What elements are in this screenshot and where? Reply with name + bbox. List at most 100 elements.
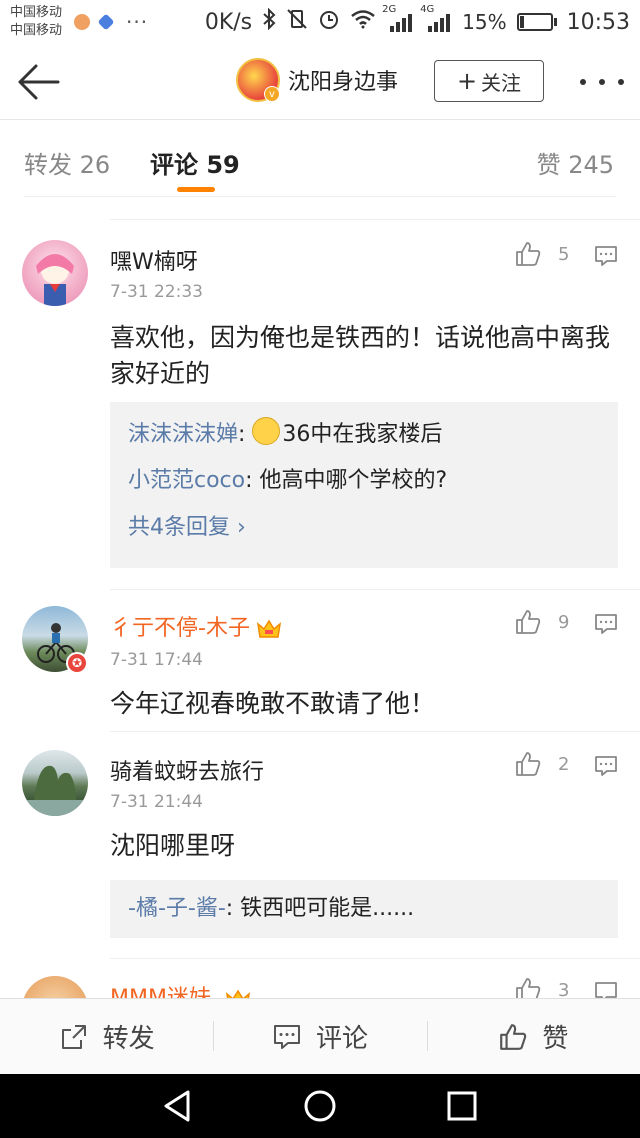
like-count: 2 — [558, 753, 570, 775]
account-name[interactable]: 沈阳身边事 — [288, 64, 398, 96]
follow-label: 关注 — [481, 70, 522, 95]
comment-item: MMM迷妹- 3 — [0, 960, 640, 998]
comment-like-button[interactable]: 5 — [514, 240, 569, 268]
weibo-notification-icon — [74, 14, 91, 30]
author-name[interactable]: 彳亍不停-木子 — [110, 616, 250, 641]
signal-4g-label: 4G — [420, 4, 435, 15]
reply-item[interactable]: 小范范coco: 他高中哪个学校的? — [128, 458, 600, 504]
plus-icon: + — [456, 67, 478, 95]
back-arrow-icon — [18, 64, 60, 100]
divider — [110, 731, 640, 732]
vip-crown-icon — [225, 989, 250, 998]
comment-text: 喜欢他，因为俺也是铁西的！话说他高中离我家好近的 — [110, 323, 611, 388]
bottom-action-bar: 转发 评论 赞 — [0, 998, 640, 1074]
comment-icon — [273, 1024, 300, 1049]
more-notifications-icon: ··· — [126, 10, 149, 34]
comment-like-button[interactable]: 3 — [514, 976, 569, 998]
avatar[interactable] — [22, 976, 88, 998]
comment-time: 7-31 22:33 — [110, 282, 203, 302]
comment-author[interactable]: 嘿W楠呀 — [110, 244, 198, 276]
vibrate-icon — [286, 8, 308, 36]
reply-author[interactable]: 小范范coco — [128, 468, 245, 493]
reply-preview[interactable]: -橘-子-酱-: 铁西吧可能是...... — [110, 880, 618, 938]
divider — [110, 219, 640, 220]
verified-icon: v — [264, 86, 280, 102]
like-count: 5 — [558, 243, 570, 265]
thumbs-up-icon — [516, 978, 541, 998]
reply-text: 36中在我家楼后 — [282, 422, 443, 447]
comment-button[interactable]: 评论 — [213, 999, 426, 1074]
vip-crown-icon — [256, 619, 281, 638]
battery-icon — [516, 13, 557, 31]
reply-item[interactable]: 沫沫沫沫婵: 36中在我家楼后 — [128, 412, 600, 458]
comment-author[interactable]: 彳亍不停-木子 — [110, 610, 282, 642]
app-notification-icon — [97, 13, 115, 31]
repost-label: 转发 — [102, 1024, 155, 1054]
like-label: 赞 — [542, 1024, 569, 1054]
comment-author[interactable]: 骑着蚊蚜去旅行 — [110, 754, 264, 786]
reply-icon[interactable] — [594, 245, 618, 267]
follow-button[interactable]: + 关注 — [434, 60, 544, 102]
nav-bar: v 沈阳身边事 + 关注 — [0, 44, 640, 120]
comment-time: 7-31 21:44 — [110, 792, 203, 812]
thumbs-up-icon — [500, 1023, 527, 1050]
comment-text: 今年辽视春晚敢不敢请了他！ — [110, 689, 436, 718]
back-button[interactable] — [14, 62, 62, 102]
carrier-2: 中国移动 — [10, 23, 63, 38]
comment-like-button[interactable]: 9 — [514, 608, 569, 636]
back-nav-icon[interactable] — [160, 1088, 196, 1124]
detail-tabs: 转发 26 评论 59 赞 245 — [0, 121, 640, 199]
tab-repost[interactable]: 转发 26 — [24, 145, 110, 180]
comment-author[interactable]: MMM迷妹- — [110, 980, 251, 998]
status-bar: 中国移动 中国移动 ··· 0K/s 2G 4G 15% 10:53 — [0, 0, 640, 44]
reply-preview[interactable]: 沫沫沫沫婵: 36中在我家楼后 小范范coco: 他高中哪个学校的? 共4条回复… — [110, 402, 618, 568]
vip-avatar-badge: ✪ — [66, 652, 88, 674]
reply-item[interactable]: -橘-子-酱-: 铁西吧可能是...... — [128, 886, 600, 932]
tab-like[interactable]: 赞 245 — [537, 145, 614, 180]
comment-time: 7-31 17:44 — [110, 650, 203, 670]
thumbs-up-icon — [516, 242, 541, 266]
reply-author[interactable]: 沫沫沫沫婵 — [128, 422, 238, 447]
carrier-info: 中国移动 中国移动 — [10, 4, 62, 40]
reply-icon[interactable] — [594, 981, 618, 998]
more-replies-link[interactable]: 共4条回复 › — [128, 504, 600, 552]
comment-text: 沈阳哪里呀 — [110, 831, 236, 860]
like-button[interactable]: 赞 — [426, 999, 640, 1074]
share-icon — [61, 1024, 86, 1049]
carrier-1: 中国移动 — [10, 5, 63, 20]
signal-2g-label: 2G — [382, 4, 397, 15]
avatar[interactable] — [22, 240, 88, 306]
home-nav-icon[interactable] — [302, 1088, 338, 1124]
account-header[interactable]: v 沈阳身边事 — [236, 58, 398, 102]
author-name[interactable]: MMM迷妹- — [110, 986, 219, 998]
reply-text: 他高中哪个学校的? — [259, 468, 448, 493]
clock: 10:53 — [566, 9, 630, 35]
account-avatar[interactable]: v — [236, 58, 280, 102]
tab-comment[interactable]: 评论 59 — [150, 145, 240, 180]
reply-text: 铁西吧可能是...... — [240, 896, 415, 921]
signal-2g-icon: 2G — [382, 4, 414, 34]
thumbs-up-icon — [516, 752, 541, 776]
comment-like-button[interactable]: 2 — [514, 750, 569, 778]
wifi-icon — [350, 9, 376, 35]
reply-icon[interactable] — [594, 613, 618, 635]
signal-4g-icon: 4G — [420, 4, 452, 34]
active-tab-indicator — [177, 187, 215, 192]
recents-nav-icon[interactable] — [444, 1088, 480, 1124]
divider — [24, 196, 616, 197]
net-speed: 0K/s — [204, 9, 253, 35]
repost-button[interactable]: 转发 — [0, 999, 213, 1074]
like-count: 3 — [558, 979, 570, 999]
system-nav-bar — [0, 1074, 640, 1138]
emoji-icon — [252, 417, 281, 445]
battery-percent: 15% — [462, 10, 507, 34]
reply-author[interactable]: -橘-子-酱- — [128, 896, 226, 921]
more-options-icon[interactable] — [580, 68, 624, 96]
divider — [110, 958, 640, 959]
divider — [110, 589, 640, 590]
like-count: 9 — [558, 611, 570, 633]
bluetooth-icon — [262, 7, 276, 36]
reply-icon[interactable] — [594, 755, 618, 777]
thumbs-up-icon — [516, 610, 541, 634]
avatar[interactable] — [22, 750, 88, 816]
